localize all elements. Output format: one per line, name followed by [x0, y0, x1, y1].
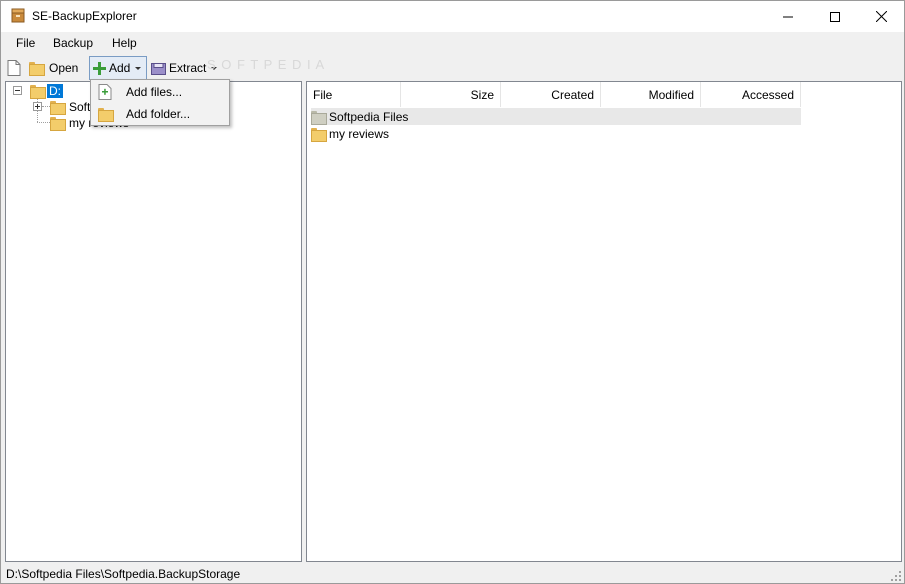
- status-bar: D:\Softpedia Files\Softpedia.BackupStora…: [1, 564, 904, 583]
- close-button[interactable]: [858, 1, 904, 32]
- folder-icon: [311, 127, 327, 142]
- collapse-toggle-icon[interactable]: [13, 86, 22, 95]
- folder-tree[interactable]: D: Softpedia Files my reviews: [5, 81, 302, 562]
- add-folder-label: Add folder...: [126, 107, 191, 121]
- tree-root-label: D:: [47, 84, 63, 98]
- column-header-created[interactable]: Created: [501, 82, 601, 107]
- maximize-icon: [830, 11, 840, 22]
- close-icon: [875, 11, 887, 22]
- list-header: File Size Created Modified Accessed: [307, 82, 801, 107]
- open-folder-icon: [29, 62, 45, 76]
- watermark: S O F T P E D I A: [207, 57, 326, 72]
- open-button[interactable]: Open: [29, 57, 78, 79]
- list-item-name: Softpedia Files: [329, 109, 409, 124]
- folder-icon: [311, 110, 327, 125]
- add-folder-icon: [98, 108, 114, 122]
- column-header-size[interactable]: Size: [401, 82, 501, 107]
- tree-node-root[interactable]: D:: [30, 83, 63, 99]
- column-header-file[interactable]: File: [307, 82, 401, 107]
- drive-folder-icon: [30, 85, 46, 99]
- add-dropdown-menu: Add files... Add folder...: [90, 79, 230, 126]
- menu-help[interactable]: Help: [112, 36, 137, 50]
- open-label: Open: [49, 61, 79, 75]
- app-window: SE-BackupExplorer File Backup Help Open: [0, 0, 905, 584]
- add-label: Add: [109, 61, 131, 75]
- new-button[interactable]: [7, 57, 21, 79]
- minimize-button[interactable]: [765, 1, 811, 32]
- tree-line: [37, 122, 50, 123]
- expand-toggle-icon[interactable]: [33, 102, 42, 111]
- list-item[interactable]: my reviews: [311, 125, 389, 142]
- list-item-name: my reviews: [329, 126, 390, 141]
- menu-backup[interactable]: Backup: [53, 36, 93, 50]
- folder-icon: [50, 101, 66, 115]
- folder-icon: [50, 117, 66, 131]
- extract-label: Extract: [169, 61, 207, 75]
- new-file-icon: [7, 60, 21, 76]
- add-button[interactable]: Add: [89, 56, 147, 80]
- tree-line: [42, 106, 50, 107]
- add-files-icon: [98, 84, 112, 100]
- app-icon: [11, 8, 25, 23]
- menu-item-add-folder[interactable]: Add folder...: [93, 103, 227, 125]
- minimize-icon: [783, 16, 793, 17]
- file-list[interactable]: File Size Created Modified Accessed Soft…: [306, 81, 902, 562]
- add-files-label: Add files...: [126, 85, 183, 99]
- list-item[interactable]: Softpedia Files: [311, 108, 801, 125]
- title-bar: SE-BackupExplorer: [1, 1, 904, 32]
- menu-file[interactable]: File: [16, 36, 35, 50]
- column-header-accessed[interactable]: Accessed: [701, 82, 801, 107]
- resize-grip-icon[interactable]: [891, 571, 901, 581]
- toolbar: Open Add Extract S O F T P E D I A: [1, 55, 904, 80]
- menu-bar: File Backup Help: [1, 32, 904, 55]
- column-header-modified[interactable]: Modified: [601, 82, 701, 107]
- add-icon: [93, 61, 106, 75]
- extract-icon: [151, 63, 166, 75]
- maximize-button[interactable]: [812, 1, 858, 32]
- add-dropdown-caret-icon: [135, 66, 142, 70]
- menu-item-add-files[interactable]: Add files...: [93, 81, 227, 103]
- window-title: SE-BackupExplorer: [32, 9, 137, 23]
- status-path: D:\Softpedia Files\Softpedia.BackupStora…: [6, 567, 241, 581]
